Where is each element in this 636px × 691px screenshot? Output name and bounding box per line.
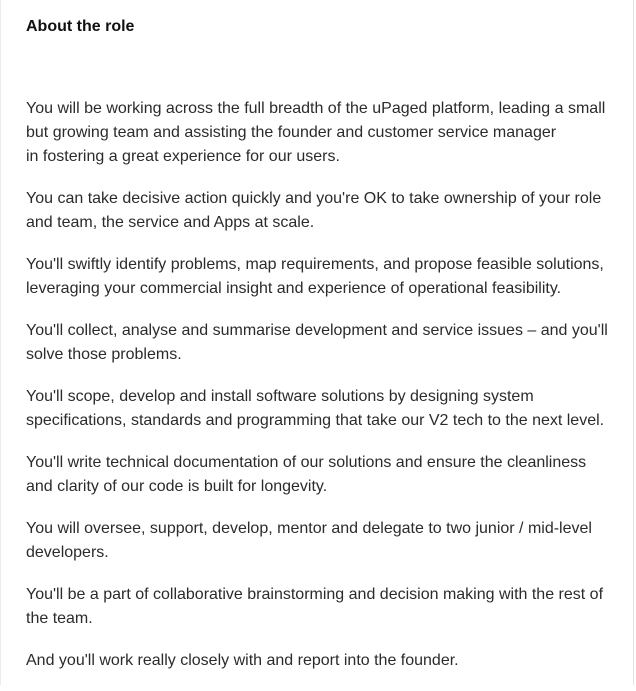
text-line: You'll swiftly identify problems, map re… [26, 256, 604, 273]
text-line: and team, the service and Apps at scale. [26, 214, 315, 231]
section-heading: About the role [26, 18, 135, 35]
text-line: and clarity of our code is built for lon… [26, 478, 328, 495]
text-line: You'll write technical documentation of … [26, 454, 587, 471]
paragraph-6: You'll write technical documentation of … [26, 451, 626, 499]
text-line: You will oversee, support, develop, ment… [26, 520, 592, 537]
paragraph-1: You will be working across the full brea… [26, 97, 626, 169]
paragraph-4: You'll collect, analyse and summarise de… [26, 319, 626, 367]
text-line: And you'll work really closely with and … [26, 652, 459, 669]
paragraph-8: You'll be a part of collaborative brains… [26, 583, 626, 631]
text-line: developers. [26, 544, 109, 561]
text-line: You'll collect, analyse and summarise de… [26, 322, 608, 339]
text-line: leveraging your commercial insight and e… [26, 280, 562, 297]
text-line: You will be working across the full brea… [26, 100, 606, 117]
text-line: but growing team and assisting the found… [26, 124, 557, 141]
text-line: You can take decisive action quickly and… [26, 190, 602, 207]
paragraph-9: And you'll work really closely with and … [26, 649, 626, 673]
paragraph-7: You will oversee, support, develop, ment… [26, 517, 626, 565]
paragraph-2: You can take decisive action quickly and… [26, 187, 626, 235]
paragraph-5: You'll scope, develop and install softwa… [26, 385, 626, 433]
role-description: You will be working across the full brea… [26, 97, 626, 691]
text-line: in fostering a great experience for our … [26, 148, 340, 165]
text-line: solve those problems. [26, 346, 182, 363]
content-panel: About the role You will be working acros… [0, 0, 634, 685]
text-line: You'll scope, develop and install softwa… [26, 388, 534, 405]
paragraph-3: You'll swiftly identify problems, map re… [26, 253, 626, 301]
text-line: You'll be a part of collaborative brains… [26, 586, 604, 603]
text-line: specifications, standards and programmin… [26, 412, 605, 429]
text-line: the team. [26, 610, 93, 627]
